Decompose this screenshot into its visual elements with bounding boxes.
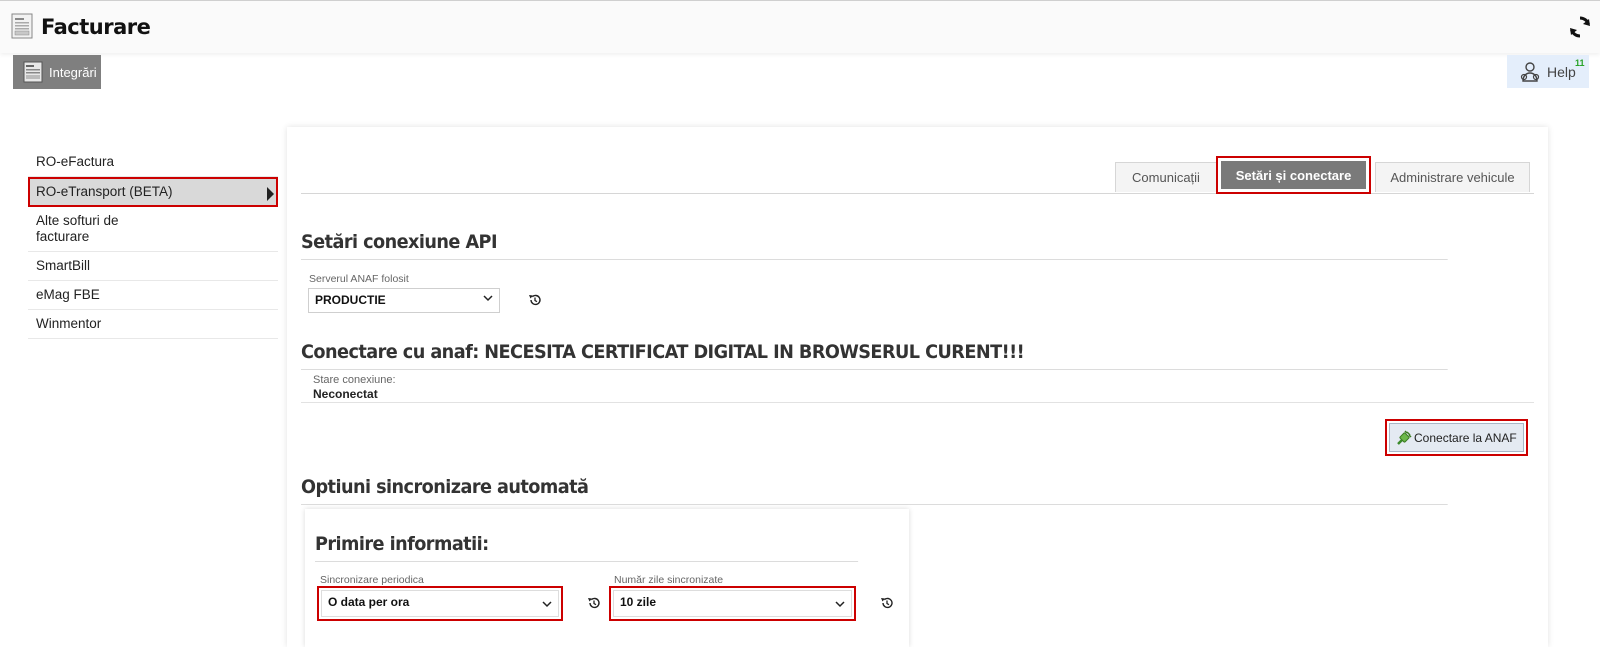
- sidebar-item-label: SmartBill: [36, 258, 91, 273]
- tab-setari-si-conectare[interactable]: Setări și conectare: [1216, 156, 1371, 194]
- history-icon[interactable]: [880, 596, 894, 610]
- days-value: 10 zile: [620, 595, 657, 609]
- connect-anaf-button[interactable]: Conectare la ANAF: [1389, 423, 1524, 452]
- integrations-icon: [23, 61, 43, 83]
- sidebar-item-smartbill[interactable]: SmartBill: [28, 252, 278, 281]
- sidebar-item-alte-softuri[interactable]: Alte softuri de facturare: [28, 207, 278, 252]
- history-icon[interactable]: [587, 596, 601, 610]
- invoice-icon: [11, 13, 33, 39]
- caret-right-icon: [267, 187, 274, 201]
- days-select[interactable]: 10 zile: [613, 590, 852, 617]
- tab-bar: Comunicații Setări și conectare Administ…: [301, 156, 1534, 194]
- tab-comunicatii[interactable]: Comunicații: [1115, 162, 1217, 192]
- help-label: Help: [1547, 63, 1576, 80]
- chevron-down-icon: [542, 601, 552, 608]
- days-label: Număr zile sincronizate: [614, 574, 724, 586]
- sidebar: RO-eFactura RO-eTransport (BETA) Alte so…: [28, 148, 278, 339]
- sidebar-item-label: Alte softuri de facturare: [36, 213, 119, 244]
- periodic-label: Sincronizare periodica: [320, 574, 424, 586]
- sync-section-title: Optiuni sincronizare automată: [301, 476, 1448, 505]
- status-label: Stare conexiune:: [313, 374, 396, 386]
- sidebar-item-label: eMag FBE: [36, 287, 100, 302]
- top-bar: Facturare: [0, 0, 1600, 53]
- server-select[interactable]: PRODUCTIE: [308, 288, 500, 313]
- history-icon[interactable]: [528, 293, 542, 307]
- chevron-down-icon: [483, 295, 493, 302]
- sidebar-item-label: RO-eTransport (BETA): [36, 184, 173, 199]
- help-badge: 11: [1575, 58, 1585, 68]
- sidebar-item-ro-etransport[interactable]: RO-eTransport (BETA): [28, 177, 278, 207]
- card-title: Primire informatii:: [315, 533, 859, 562]
- sidebar-item-emag-fbe[interactable]: eMag FBE: [28, 281, 278, 310]
- tab-label: Setări și conectare: [1221, 161, 1366, 189]
- integrari-button[interactable]: Integrări: [13, 55, 101, 89]
- connect-highlight: Conectare la ANAF: [1385, 419, 1528, 456]
- connect-section-title: Conectare cu anaf: NECESITA CERTIFICAT D…: [301, 341, 1448, 370]
- periodic-value: O data per ora: [328, 595, 410, 609]
- connection-status: Stare conexiune: Neconectat: [301, 374, 1534, 403]
- app-title: Facturare: [41, 15, 151, 39]
- sidebar-item-label: Winmentor: [36, 316, 102, 331]
- refresh-icon[interactable]: [1568, 15, 1592, 39]
- help-button[interactable]: Help 11: [1507, 55, 1589, 88]
- main-panel: Comunicații Setări și conectare Administ…: [287, 127, 1548, 647]
- tab-administrare-vehicule[interactable]: Administrare vehicule: [1375, 162, 1530, 192]
- chevron-down-icon: [835, 601, 845, 608]
- primire-informatii-card: Primire informatii: Sincronizare periodi…: [305, 509, 909, 647]
- integrari-label: Integrări: [49, 64, 97, 80]
- help-user-icon: [1520, 61, 1540, 82]
- sidebar-item-label: RO-eFactura: [36, 154, 115, 169]
- api-section-title: Setări conexiune API: [301, 231, 1448, 260]
- sidebar-item-ro-efactura[interactable]: RO-eFactura: [28, 148, 278, 177]
- plug-icon: [1397, 429, 1412, 445]
- sidebar-item-winmentor[interactable]: Winmentor: [28, 310, 278, 339]
- tab-label: Comunicații: [1132, 170, 1200, 185]
- server-value: PRODUCTIE: [315, 293, 386, 307]
- tab-label: Administrare vehicule: [1390, 170, 1515, 185]
- connect-anaf-label: Conectare la ANAF: [1414, 430, 1517, 445]
- status-value: Neconectat: [313, 387, 378, 401]
- server-label: Serverul ANAF folosit: [309, 273, 409, 285]
- periodic-select[interactable]: O data per ora: [321, 590, 559, 617]
